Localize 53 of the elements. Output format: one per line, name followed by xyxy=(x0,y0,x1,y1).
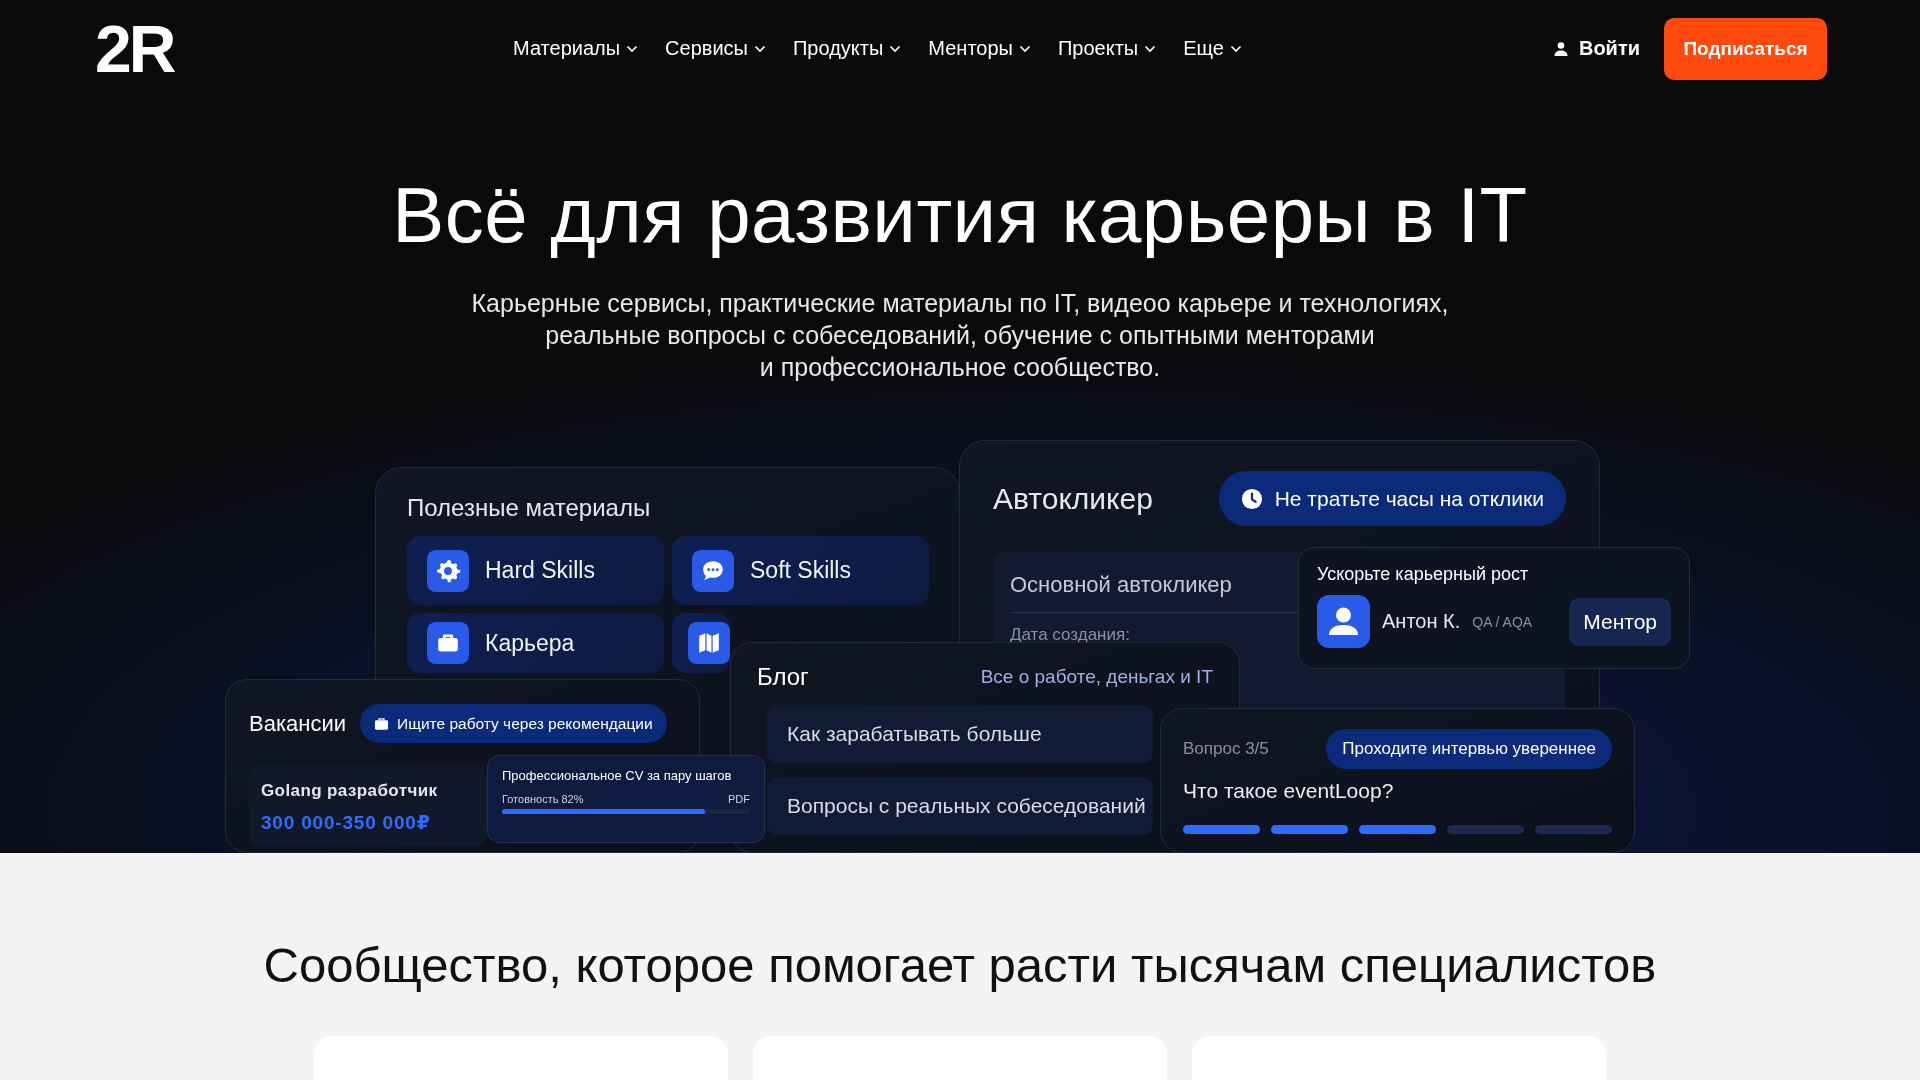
chevron-down-icon xyxy=(626,44,639,53)
clock-icon xyxy=(1240,487,1263,510)
nav-link[interactable]: Продукты xyxy=(792,37,902,60)
question-text: Что такое eventLoop? xyxy=(1183,779,1395,803)
person-name: Антон К. xyxy=(1382,610,1461,633)
chat-bubble-icon xyxy=(692,549,734,592)
map-icon xyxy=(688,622,730,664)
file-format: PDF xyxy=(728,793,750,805)
hero-subtitle: Карьерные сервисы, практические материалы по IT, видеоо карьере и технологиях, xyxy=(471,288,1449,319)
blog-tagline: Все о работе, деньгах и IT xyxy=(980,666,1213,688)
nav-link[interactable]: Материалы xyxy=(513,37,639,60)
login-link[interactable]: Войти xyxy=(1552,37,1640,60)
nav-link[interactable]: Еще xyxy=(1183,37,1242,60)
card-title: Полезные материалы xyxy=(407,494,652,522)
hero-subtitle: реальные вопросы с собеседований, обучение с опытными менторами xyxy=(545,320,1375,351)
material-tile[interactable]: Soft Skills xyxy=(672,536,929,605)
job-card[interactable]: Golang разработчик 300 000-350 000₽ xyxy=(249,765,487,847)
job-title: Golang разработчик xyxy=(261,781,439,801)
hero-title: Всё для развития карьеры в IT xyxy=(391,170,1529,261)
user-icon xyxy=(1552,40,1569,57)
card-title: Блог xyxy=(757,663,809,691)
badge-text: Ищите работу через рекомендации xyxy=(397,714,653,733)
field-label: Дата создания: xyxy=(1010,625,1131,645)
briefcase-icon xyxy=(427,622,469,664)
blog-item[interactable]: Вопросы с реальных собеседований xyxy=(767,777,1153,835)
mentor-button[interactable]: Ментор xyxy=(1569,597,1671,646)
card-title: Вакансии xyxy=(249,710,346,737)
briefcase-icon xyxy=(374,716,389,731)
progress-label: Готовность 82% xyxy=(502,793,584,805)
chevron-down-icon xyxy=(1229,44,1242,53)
card-title: Профессиональное CV за пару шагов xyxy=(502,768,733,783)
nav-link[interactable]: Сервисы xyxy=(665,37,766,60)
material-tile[interactable] xyxy=(672,613,730,673)
section-title: Сообщество, которое помогает расти тысячам специалистов xyxy=(262,937,1658,994)
material-tile[interactable]: Карьера xyxy=(407,613,664,673)
gear-icon xyxy=(427,549,469,592)
salary: 300 000-350 000₽ xyxy=(261,811,432,834)
badge-text: Не тратьте часы на отклики xyxy=(1274,486,1544,511)
chevron-down-icon xyxy=(753,44,766,53)
logo[interactable]: 2R xyxy=(95,15,213,82)
chevron-down-icon xyxy=(1018,44,1031,53)
avatar-icon xyxy=(1317,595,1370,648)
chevron-down-icon xyxy=(1144,44,1157,53)
blog-item[interactable]: Как зарабатывать больше xyxy=(767,705,1153,763)
nav-link[interactable]: Проекты xyxy=(1057,37,1157,60)
badge: Проходите интервью увереннее xyxy=(1326,729,1612,769)
hero-subtitle: и профессиональное сообщество. xyxy=(759,352,1161,383)
card-title: Автокликер xyxy=(993,481,1153,516)
chevron-down-icon xyxy=(889,44,902,53)
nav-link[interactable]: Менторы xyxy=(928,37,1031,60)
material-tile[interactable]: Hard Skills xyxy=(407,536,664,605)
question-counter: Вопрос 3/5 xyxy=(1183,739,1269,759)
person-role: QA / AQA xyxy=(1472,613,1533,630)
